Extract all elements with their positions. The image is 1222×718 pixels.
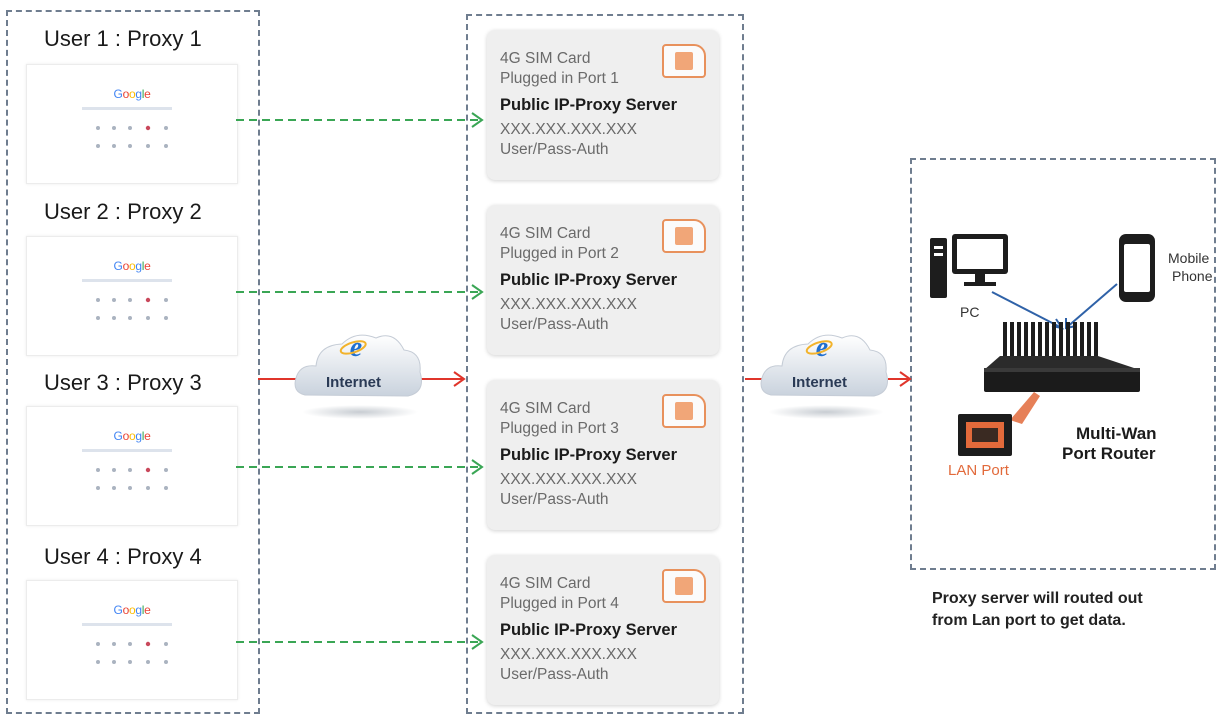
router-body bbox=[984, 356, 1140, 392]
lan-port-callout bbox=[958, 392, 1040, 456]
router-label-line2: Port Router bbox=[1062, 444, 1156, 463]
svg-text:e: e bbox=[350, 332, 362, 363]
pc-icon bbox=[930, 234, 1008, 298]
router-antennas bbox=[1003, 322, 1098, 358]
device-connection-lines bbox=[991, 283, 1118, 330]
mobile-label-line1: Mobile bbox=[1168, 250, 1210, 266]
lan-port-label: LAN Port bbox=[948, 462, 1009, 479]
router-label-line1: Multi-Wan bbox=[1076, 424, 1157, 443]
svg-text:e: e bbox=[816, 332, 828, 363]
mobile-label-line2: Phone bbox=[1172, 268, 1213, 284]
thumbnail-icon-dots bbox=[96, 125, 168, 664]
note-line-2: from Lan port to get data. bbox=[932, 612, 1126, 629]
note-line-1: Proxy server will routed out bbox=[932, 590, 1143, 607]
internet-label-1: Internet bbox=[326, 374, 382, 391]
internet-label-2: Internet bbox=[792, 374, 848, 391]
pc-label: PC bbox=[960, 304, 980, 320]
mobile-phone-icon bbox=[1119, 234, 1155, 302]
